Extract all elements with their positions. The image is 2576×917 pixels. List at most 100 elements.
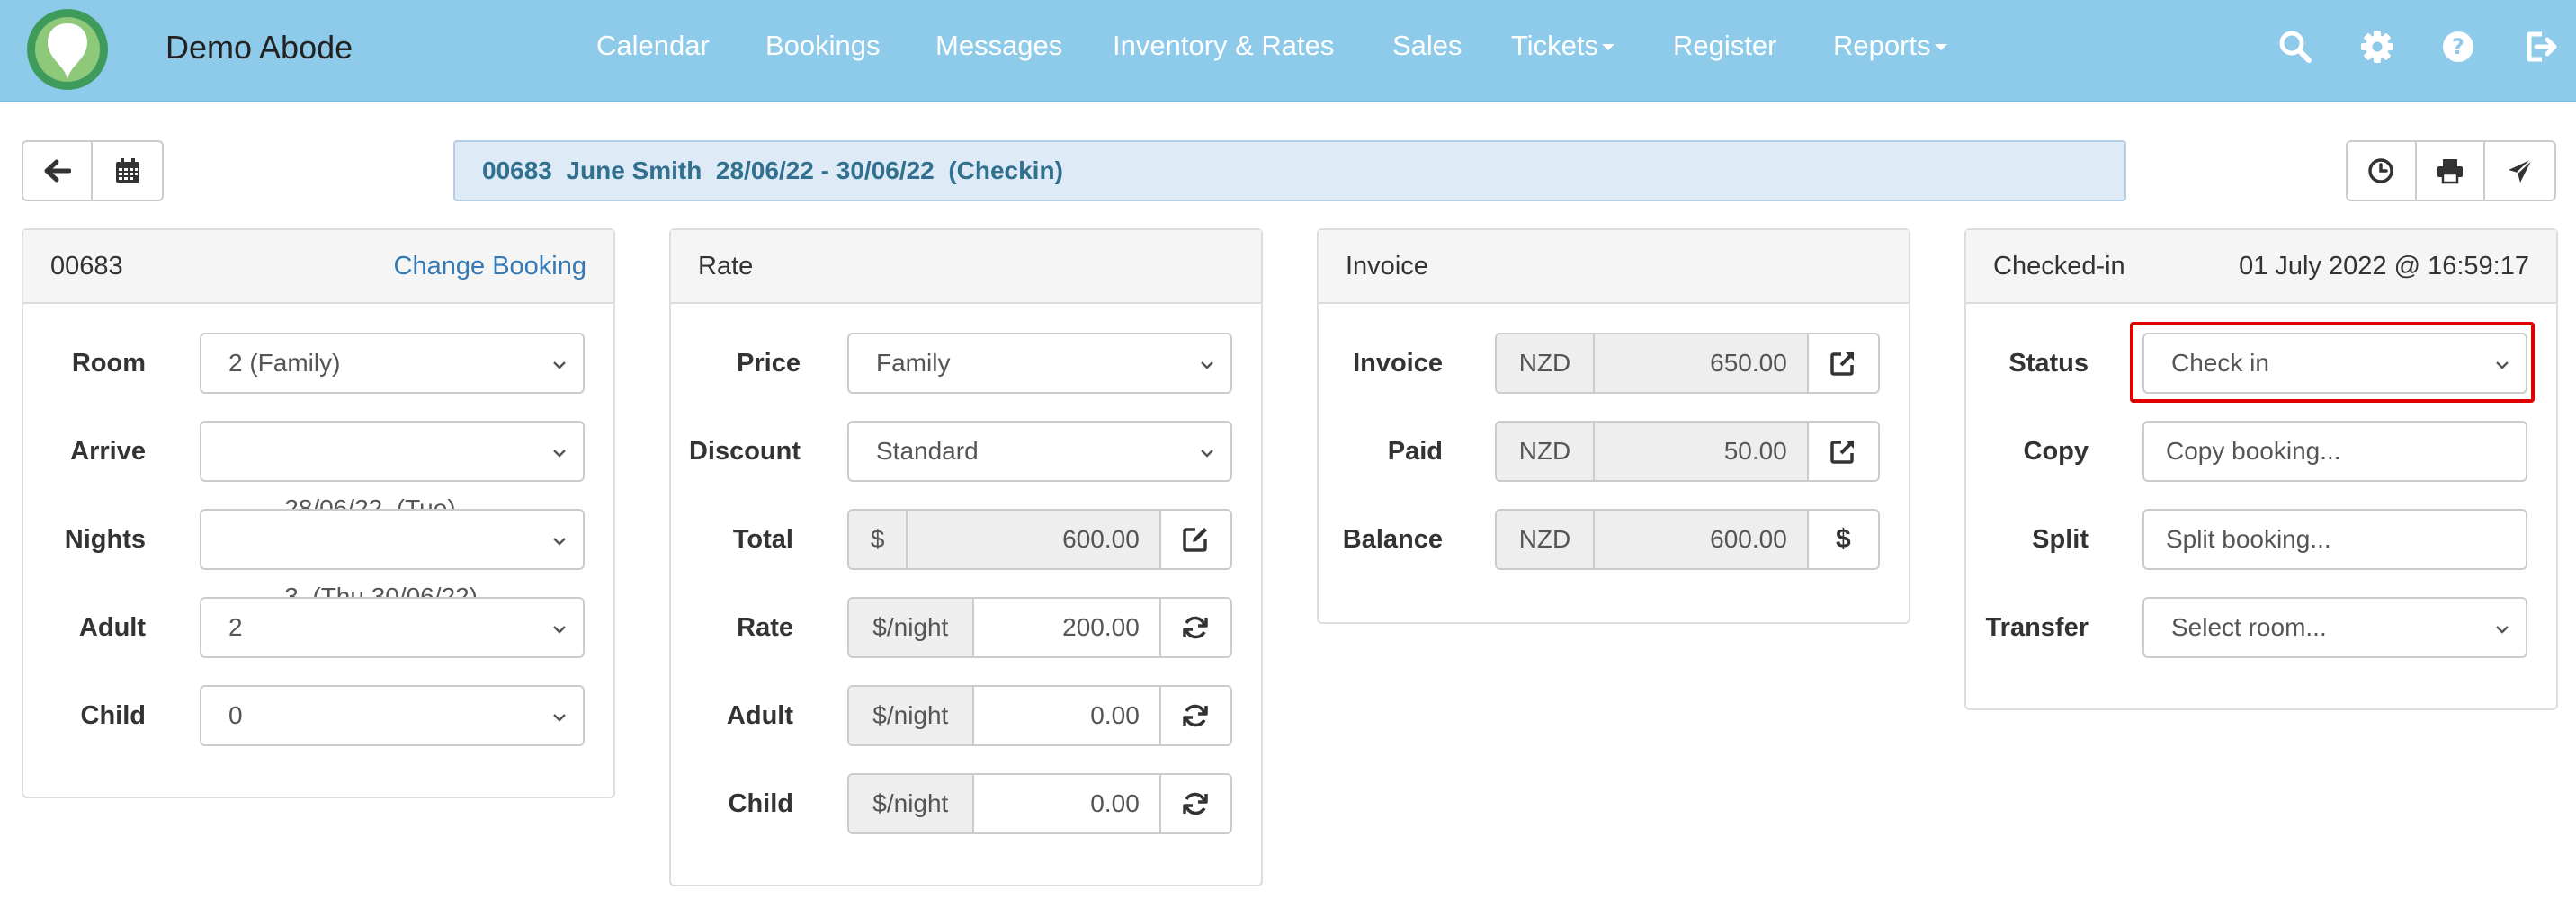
chevron-down-icon: [553, 361, 566, 369]
room-row: Room 2 (Family): [23, 333, 613, 394]
invoice-panel-heading: Invoice: [1319, 230, 1909, 304]
nav-calendar[interactable]: Calendar: [596, 30, 710, 62]
balance-currency-addon: NZD: [1497, 511, 1595, 568]
room-label: Room: [71, 349, 146, 378]
total-row: Total $ 600.00: [671, 509, 1261, 570]
nights-select[interactable]: 3 (Thu 30/06/22): [200, 509, 585, 610]
rate-unit-addon: $/night: [849, 599, 974, 656]
edit-total-button[interactable]: [1160, 511, 1230, 568]
calendar-button[interactable]: [93, 142, 162, 200]
recalculate-rate-button[interactable]: [1160, 599, 1230, 656]
refresh-icon: [1183, 704, 1209, 727]
status-panel-heading: Checked-in 01 July 2022 @ 16:59:17: [1966, 230, 2556, 304]
balance-amount-field: 600.00: [1594, 511, 1809, 568]
send-button[interactable]: [2485, 142, 2554, 200]
open-invoice-button[interactable]: [1808, 334, 1878, 392]
price-select-value: Family: [876, 349, 951, 377]
status-panel: Checked-in 01 July 2022 @ 16:59:17 Statu…: [1964, 228, 2558, 710]
paid-amount-field: 50.00: [1594, 423, 1809, 480]
nav-messages[interactable]: Messages: [935, 30, 1062, 62]
calendar-icon: [115, 158, 139, 183]
recalculate-adult-button[interactable]: [1160, 687, 1230, 744]
transfer-row: Transfer Select room...: [1966, 597, 2556, 658]
discount-select[interactable]: Standard: [847, 421, 1232, 482]
chevron-down-icon: [553, 626, 566, 634]
help-icon[interactable]: ?: [2441, 30, 2475, 64]
split-booking-button[interactable]: Split booking...: [2142, 509, 2527, 570]
send-icon: [2508, 158, 2533, 183]
nights-label: Nights: [64, 525, 146, 554]
arrive-select[interactable]: 28/06/22 (Tue): [200, 421, 585, 522]
split-label: Split: [2032, 525, 2089, 554]
arrive-label: Arrive: [70, 437, 146, 466]
balance-label: Balance: [1342, 525, 1443, 554]
adult-rate-input[interactable]: 0.00: [974, 687, 1161, 744]
nav-tickets-dropdown[interactable]: Tickets: [1511, 30, 1615, 62]
total-input-group: $ 600.00: [847, 509, 1232, 570]
booking-summary-banner: 00683 June Smith 28/06/22 - 30/06/22 (Ch…: [453, 140, 2126, 201]
child-select[interactable]: 0: [200, 685, 585, 746]
arrive-row: Arrive 28/06/22 (Tue): [23, 421, 613, 522]
copy-label: Copy: [2023, 437, 2089, 466]
print-icon: [2437, 159, 2463, 184]
rate-value-input[interactable]: 200.00: [974, 599, 1161, 656]
history-clock-icon: [2368, 158, 2394, 183]
discount-label: Discount: [688, 437, 801, 466]
recalculate-child-button[interactable]: [1160, 775, 1230, 832]
booking-number: 00683: [50, 251, 123, 280]
adult-rate-label: Adult: [726, 701, 793, 730]
chevron-down-icon: [553, 538, 566, 546]
booking-panel: 00683 Change Booking Room 2 (Family) Arr…: [22, 228, 615, 798]
nav-bookings[interactable]: Bookings: [765, 30, 881, 62]
room-select[interactable]: 2 (Family): [200, 333, 585, 394]
brand-name[interactable]: Demo Abode: [165, 29, 353, 67]
back-button[interactable]: [23, 142, 94, 200]
history-button[interactable]: [2348, 142, 2417, 200]
svg-text:?: ?: [2452, 34, 2464, 59]
invoice-label: Invoice: [1353, 349, 1443, 378]
total-value-field: 600.00: [908, 511, 1161, 568]
split-row: Split Split booking...: [1966, 509, 2556, 570]
transfer-label: Transfer: [1985, 613, 2089, 642]
child-rate-input[interactable]: 0.00: [974, 775, 1161, 832]
paid-row: Paid NZD 50.00: [1319, 421, 1909, 482]
child-select-value: 0: [228, 701, 243, 729]
child-rate-unit-addon: $/night: [849, 775, 974, 832]
invoice-currency-addon: NZD: [1497, 334, 1595, 392]
refresh-icon: [1183, 616, 1209, 639]
nav-inventory-rates[interactable]: Inventory & Rates: [1113, 30, 1334, 62]
search-icon[interactable]: [2278, 30, 2312, 64]
gear-icon[interactable]: [2360, 30, 2394, 64]
transfer-room-select[interactable]: Select room...: [2142, 597, 2527, 658]
print-button[interactable]: [2417, 142, 2486, 200]
external-link-icon: [1830, 440, 1855, 464]
rate-row: Rate $/night 200.00: [671, 597, 1261, 658]
child-row: Child 0: [23, 685, 613, 746]
price-select[interactable]: Family: [847, 333, 1232, 394]
logout-icon[interactable]: [2524, 30, 2558, 64]
refresh-icon: [1183, 792, 1209, 815]
back-arrow-icon: [44, 159, 71, 183]
nav-reports-dropdown[interactable]: Reports: [1833, 30, 1947, 62]
status-row: Status Check in: [1966, 322, 2556, 403]
copy-row: Copy Copy booking...: [1966, 421, 2556, 482]
change-booking-link[interactable]: Change Booking: [394, 252, 586, 281]
child-rate-label: Child: [728, 789, 794, 818]
total-currency-addon: $: [849, 511, 908, 568]
balance-input-group: NZD 600.00 $: [1495, 509, 1880, 570]
nav-register[interactable]: Register: [1673, 30, 1776, 62]
chevron-down-icon: [1201, 450, 1213, 458]
take-payment-button[interactable]: $: [1808, 511, 1878, 568]
paid-input-group: NZD 50.00: [1495, 421, 1880, 482]
right-button-group: [2346, 140, 2556, 201]
discount-row: Discount Standard: [671, 421, 1261, 482]
app-logo-icon[interactable]: [25, 7, 110, 92]
paid-currency-addon: NZD: [1497, 423, 1595, 480]
open-payments-button[interactable]: [1808, 423, 1878, 480]
copy-booking-button[interactable]: Copy booking...: [2142, 421, 2527, 482]
status-select-highlight: [2130, 322, 2535, 403]
caret-down-icon: [1934, 44, 1947, 51]
adult-row: Adult 2: [23, 597, 613, 658]
nav-sales[interactable]: Sales: [1392, 30, 1462, 62]
adult-select[interactable]: 2: [200, 597, 585, 658]
